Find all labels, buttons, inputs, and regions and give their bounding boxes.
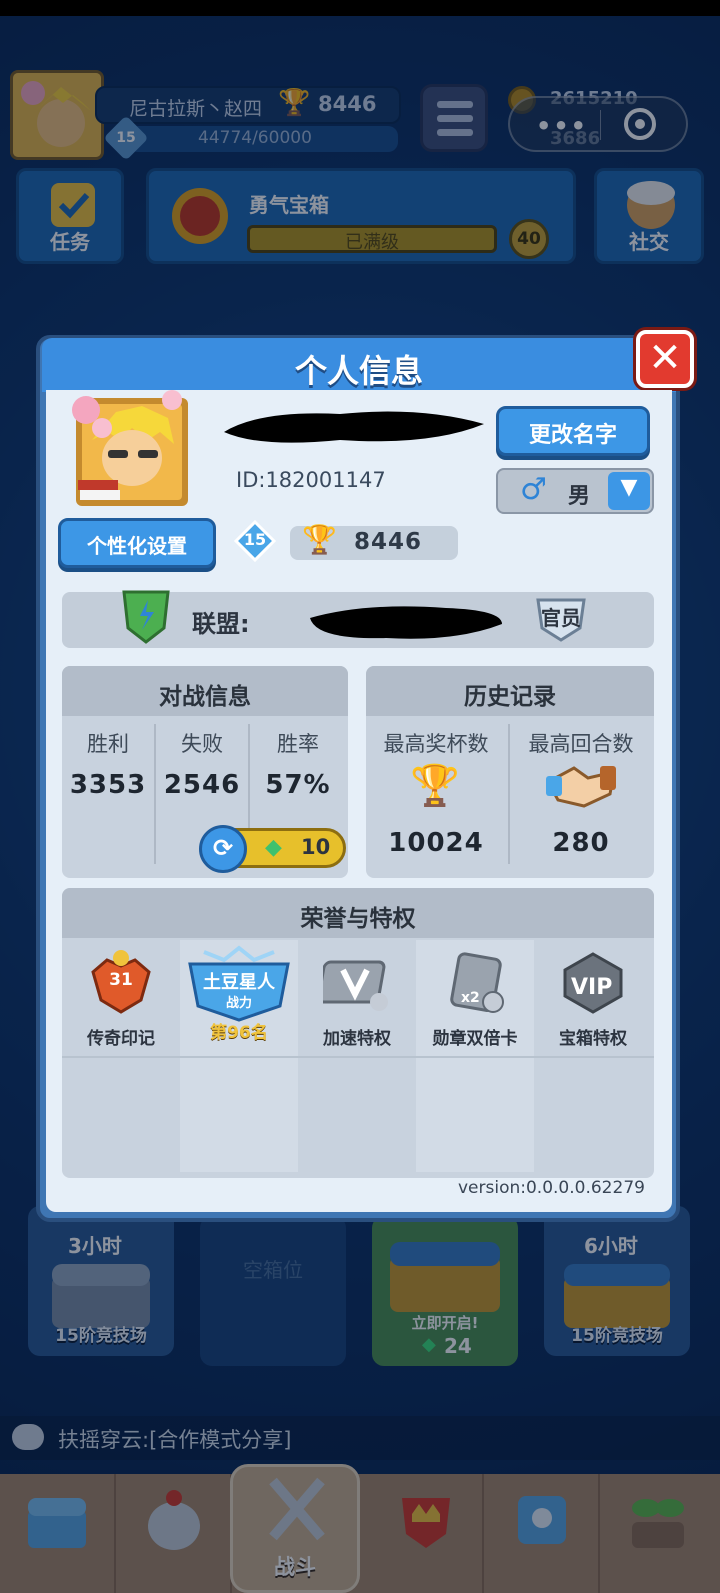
honor-panel: 荣誉与特权 31 传奇印记 土豆星人 战力 第96名 加速特权 x2 勋章双倍卡… (62, 888, 654, 1178)
reset-stats-button[interactable]: ⟳ ◆ 10 (199, 825, 346, 873)
honor-title: 荣誉与特权 (300, 906, 416, 932)
svg-text:x2: x2 (461, 990, 480, 1006)
double-medal-item[interactable]: x2 勋章双倍卡 (416, 940, 534, 1056)
vip-icon: VIP (563, 952, 623, 1014)
legend-mark-item[interactable]: 31 传奇印记 (62, 940, 180, 1056)
max-trophies-value: 10024 (388, 828, 484, 858)
speed-privilege-item[interactable]: 加速特权 (298, 940, 416, 1056)
customize-button[interactable]: 个性化设置 (58, 518, 216, 568)
wins-value: 3353 (69, 770, 147, 800)
alliance-emblem-icon (122, 590, 170, 644)
trophy-icon: 🏆 (410, 763, 460, 809)
version-text: version:0.0.0.0.62279 (458, 1178, 645, 1198)
svg-text:VIP: VIP (571, 975, 612, 1000)
refresh-icon: ⟳ (199, 825, 247, 873)
losses-label: 失败 (181, 732, 223, 756)
losses-value: 2546 (163, 770, 241, 800)
trophy-count-box: 🏆 8446 (290, 523, 458, 560)
chevron-down-icon: ▼ (620, 475, 638, 500)
max-trophies-label: 最高奖杯数 (383, 732, 489, 756)
trophy-icon: 🏆 (302, 523, 337, 556)
male-icon: ♂ (520, 472, 547, 507)
redacted-alliance (310, 606, 502, 639)
handshake-icon (545, 766, 616, 808)
honor-grid: 31 传奇印记 土豆星人 战力 第96名 加速特权 x2 勋章双倍卡 VIP 宝… (62, 940, 654, 1172)
battle-info-panel: 对战信息 胜利 失败 胜率 3353 2546 57% ⟳ ◆ 10 (62, 666, 348, 878)
potato-alien-item[interactable]: 土豆星人 战力 第96名 (180, 940, 298, 1056)
dialog-title-bar: 个人信息 (42, 338, 676, 392)
history-panel: 历史记录 最高奖杯数 最高回合数 🏆 10024 280 (366, 666, 654, 878)
history-title: 历史记录 (464, 684, 556, 710)
chest-privilege-item[interactable]: VIP 宝箱特权 (534, 940, 652, 1056)
max-rounds-label: 最高回合数 (528, 732, 634, 756)
winrate-value: 57% (265, 770, 331, 800)
double-card-icon: x2 (450, 952, 504, 1013)
player-id: ID:182001147 (236, 468, 386, 492)
close-icon: ✕ (648, 335, 682, 381)
redacted-name (224, 411, 484, 443)
alliance-rank-badge: 官员 (532, 594, 590, 644)
wins-label: 胜利 (87, 732, 129, 756)
battle-info-title: 对战信息 (159, 684, 251, 710)
dialog-title: 个人信息 (294, 352, 423, 390)
max-rounds-value: 280 (552, 828, 610, 858)
dropdown-button[interactable]: ▼ (608, 472, 650, 510)
level-badge: 15 (233, 519, 277, 563)
close-button[interactable]: ✕ (636, 330, 694, 388)
player-avatar[interactable] (68, 388, 202, 510)
gem-icon: ◆ (265, 835, 282, 860)
alliance-row: 联盟: 官员 (62, 590, 654, 648)
speed-v-icon (323, 960, 388, 1011)
winrate-label: 胜率 (277, 732, 319, 756)
status-bar (0, 0, 720, 16)
rename-button[interactable]: 更改名字 (496, 406, 650, 456)
gender-select[interactable]: ♂ 男 ▼ (496, 468, 654, 514)
